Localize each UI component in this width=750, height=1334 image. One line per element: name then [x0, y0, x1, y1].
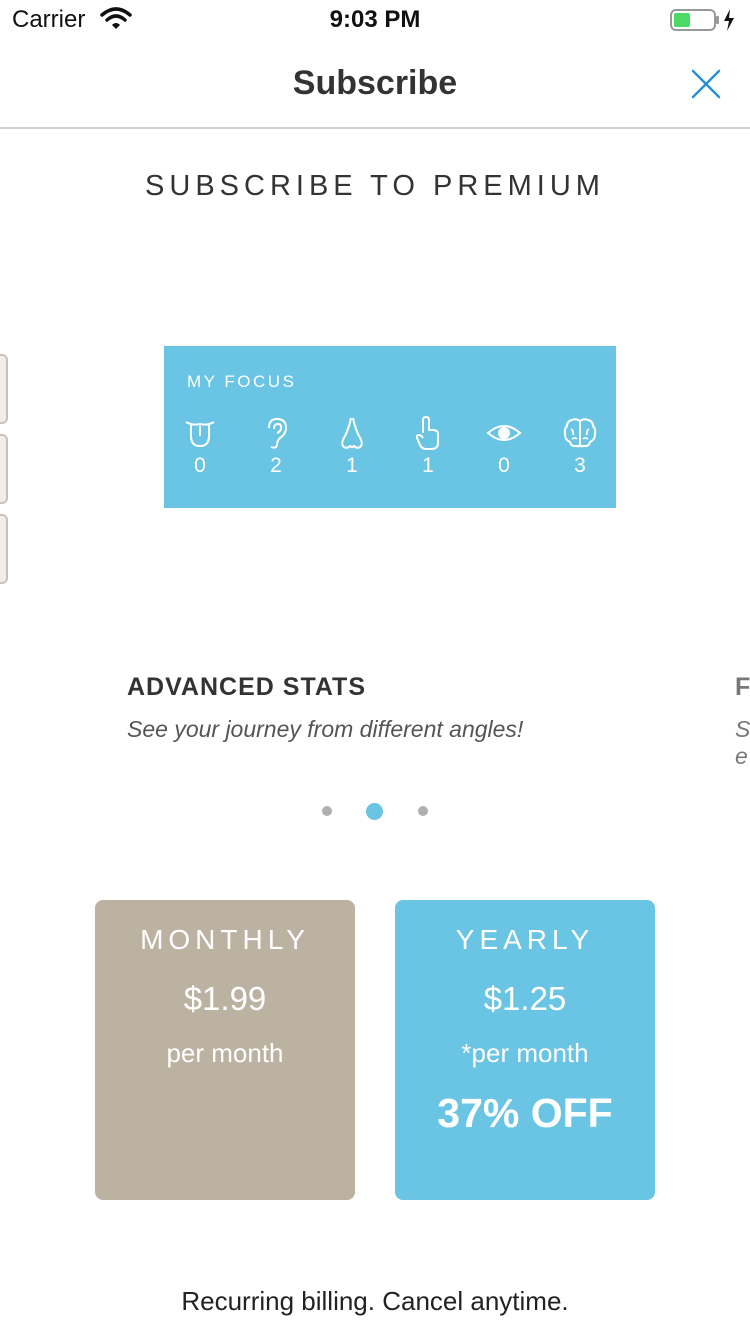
sense-count: 2 — [270, 454, 282, 477]
previous-slide-peek — [0, 434, 8, 504]
yearly-plan-button[interactable]: YEARLY $1.25 *per month 37% OFF — [395, 900, 655, 1200]
plan-price: $1.25 — [483, 980, 567, 1017]
my-focus-card: MY FOCUS 0 2 1 1 0 3 — [164, 346, 616, 508]
sense-count: 1 — [422, 454, 434, 477]
plan-period: per month — [166, 1038, 284, 1068]
pager-dot[interactable] — [418, 806, 428, 816]
billing-note: Recurring billing. Cancel anytime. — [181, 1286, 569, 1316]
next-feature-desc-peek: S — [735, 716, 750, 742]
sense-count: 0 — [498, 454, 510, 477]
monthly-plan-button[interactable]: MONTHLY $1.99 per month — [95, 900, 355, 1200]
hand-icon — [415, 416, 439, 450]
status-bar: Carrier 9:03 PM — [0, 0, 750, 40]
plan-price: $1.99 — [183, 980, 267, 1017]
sense-smell: 1 — [322, 416, 382, 478]
premium-heading: SUBSCRIBE TO PREMIUM — [145, 170, 605, 202]
nav-bar: Subscribe — [0, 40, 750, 129]
next-feature-title-peek: F — [735, 673, 750, 701]
plan-name: YEARLY — [455, 924, 595, 955]
battery-icon — [670, 8, 720, 37]
nose-icon — [341, 417, 363, 449]
ear-icon — [268, 417, 288, 449]
pager-dot-active[interactable] — [366, 803, 383, 820]
sense-hearing: 2 — [246, 416, 306, 478]
next-feature-desc-peek: e — [735, 743, 748, 769]
brain-icon — [563, 418, 597, 448]
sense-taste: 0 — [170, 416, 230, 478]
eye-icon — [486, 425, 522, 441]
close-icon — [691, 69, 721, 99]
sense-count: 0 — [194, 454, 206, 477]
charging-bolt-icon — [722, 8, 736, 37]
sense-count: 3 — [574, 454, 586, 477]
clock: 9:03 PM — [329, 6, 421, 33]
focus-card-label: MY FOCUS — [187, 372, 297, 391]
sense-sight: 0 — [474, 416, 534, 478]
sense-count: 1 — [346, 454, 358, 477]
page-title: Subscribe — [292, 64, 458, 102]
feature-description: See your journey from different angles! — [127, 716, 524, 742]
tongue-icon — [185, 421, 215, 448]
plan-name: MONTHLY — [140, 924, 310, 955]
previous-slide-peek — [0, 514, 8, 584]
previous-slide-peek — [0, 354, 8, 424]
pager-dot[interactable] — [322, 806, 332, 816]
sense-mind: 3 — [550, 416, 610, 478]
close-button[interactable] — [688, 66, 724, 102]
sense-touch: 1 — [398, 416, 458, 478]
feature-title: ADVANCED STATS — [127, 673, 366, 701]
discount-badge: 37% OFF — [437, 1090, 613, 1136]
plan-period: *per month — [461, 1038, 589, 1068]
